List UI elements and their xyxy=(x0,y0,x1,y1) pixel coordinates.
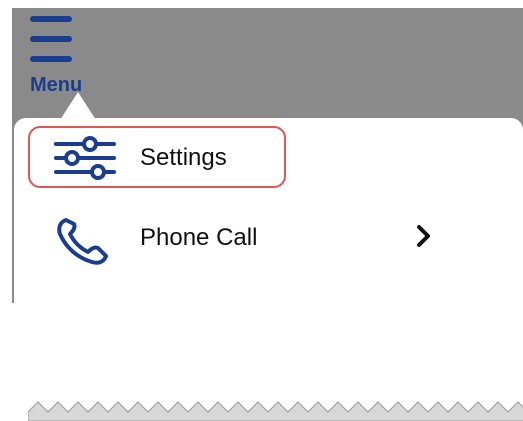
menu-item-label: Phone Call xyxy=(140,224,258,251)
torn-edge xyxy=(28,401,523,421)
menu-button[interactable]: Menu xyxy=(26,12,96,98)
menu-item-phone-call[interactable]: Phone Call xyxy=(14,206,523,266)
chevron-right-icon xyxy=(417,225,430,247)
dropdown-menu: Settings Phone Call xyxy=(14,118,523,421)
dropdown-caret xyxy=(60,92,96,120)
menu-item-label: Settings xyxy=(140,144,227,171)
hamburger-icon xyxy=(30,16,72,62)
menu-item-settings[interactable]: Settings xyxy=(14,126,523,188)
phone-icon xyxy=(57,218,108,265)
sliders-icon xyxy=(54,136,116,180)
